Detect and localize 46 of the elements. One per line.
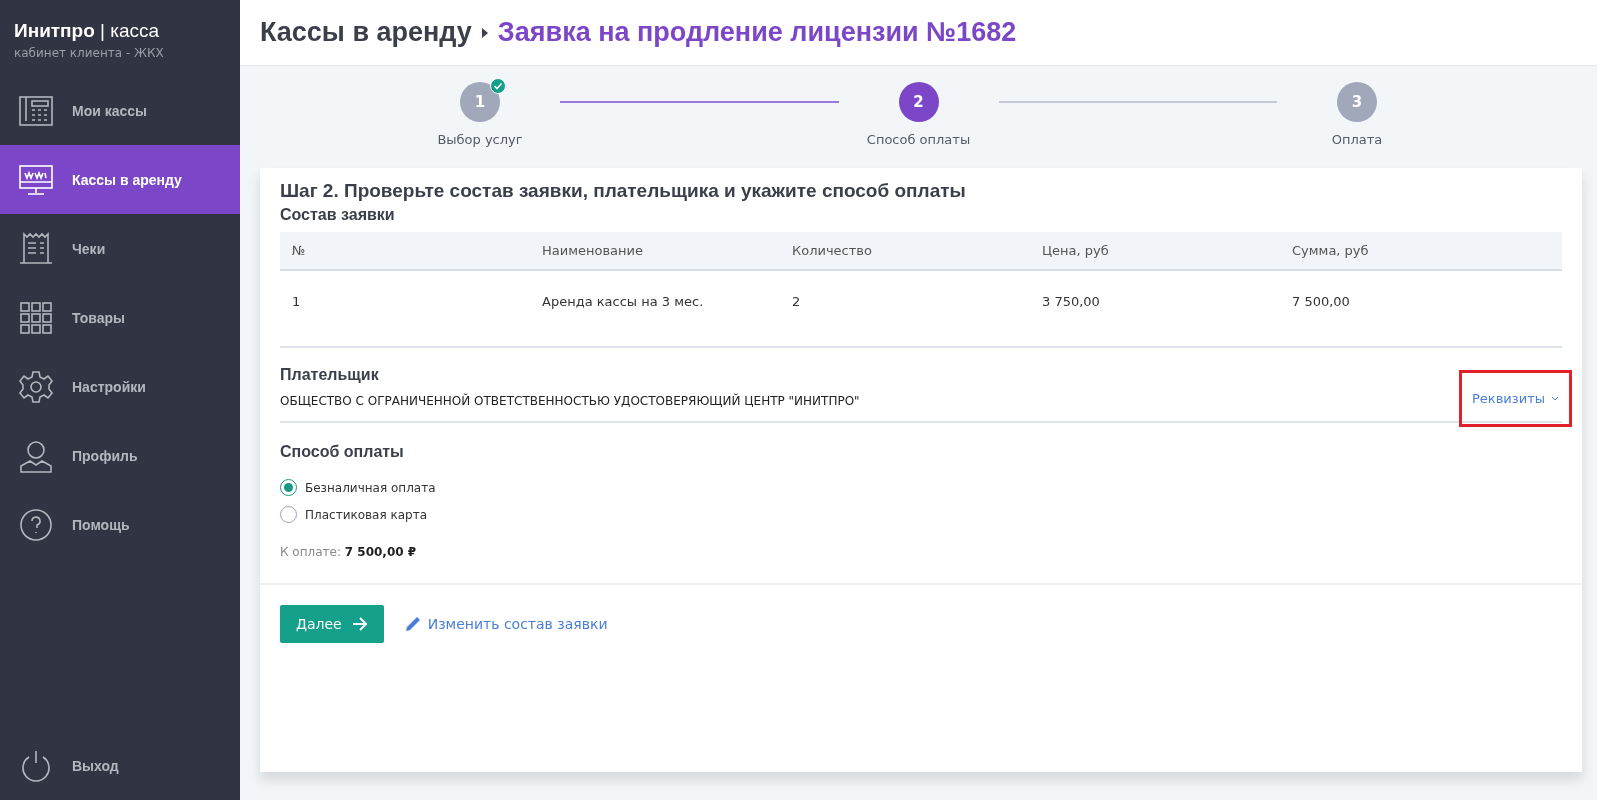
chevron-down-icon (1551, 396, 1559, 401)
sidebar-item[interactable]: Товары (0, 283, 240, 352)
step-circle: 2 (898, 82, 939, 122)
table-cell: 3 750,00 (1030, 270, 1280, 332)
table-cell: 2 (780, 270, 1030, 332)
table-cell: 7 500,00 (1280, 270, 1562, 332)
page-title: Заявка на продление лицензии №1682 (497, 17, 1017, 48)
logout-item[interactable]: Выход (0, 731, 240, 800)
table-cell: 1 (280, 270, 530, 332)
payer-title: Плательщик (280, 366, 380, 384)
step-heading: Шаг 2. Проверьте состав заявки, плательщика и укажите способ оплаты (280, 180, 967, 202)
edit-order-link[interactable]: Изменить состав заявки (403, 615, 608, 633)
receipt-icon (18, 230, 54, 267)
breadcrumb-link[interactable]: Кассы в аренду (260, 17, 472, 48)
column-header: № (280, 232, 530, 270)
step-label: Способ оплаты (866, 132, 971, 147)
column-header: Количество (780, 232, 1030, 270)
column-header: Наименование (530, 232, 780, 270)
table-cell: Аренда кассы на 3 мес. (530, 270, 780, 332)
sidebar-item[interactable]: Профиль (0, 421, 240, 490)
step-label: Выбор услуг (437, 132, 523, 147)
sidebar-item[interactable]: Кассы в аренду (0, 145, 240, 214)
next-button[interactable]: Далее (280, 605, 384, 643)
payment-option[interactable]: Пластиковая карта (280, 506, 1562, 523)
help-icon (18, 506, 54, 543)
sidebar-item[interactable]: Настройки (0, 352, 240, 421)
order-title: Состав заявки (280, 206, 396, 224)
logo-subtitle: кабинет клиента - ЖКХ (14, 46, 165, 60)
step-label: Оплата (1331, 132, 1383, 147)
payment-title: Способ оплаты (280, 443, 405, 461)
sidebar-item[interactable]: Чеки (0, 214, 240, 283)
sidebar-item[interactable]: Помощь (0, 490, 240, 559)
column-header: Сумма, руб (1280, 232, 1562, 270)
payer-name: ОБЩЕСТВО С ОГРАНИЧЕННОЙ ОТВЕТСТВЕННОСТЬЮ УДОСТОВЕРЯЮЩИЙ ЦЕНТР "ИНИТПРО" (280, 393, 860, 408)
settings-icon (18, 368, 54, 405)
column-header: Цена, руб (1030, 232, 1280, 270)
total-amount: К оплате: 7 500,00 ₽ (280, 545, 418, 559)
sidebar-item[interactable]: Мои кассы (0, 76, 240, 145)
details-link[interactable]: Реквизиты (1472, 391, 1559, 406)
step-circle: 3 (1337, 82, 1377, 122)
app-logo: Инитпро | касса (14, 20, 161, 42)
arrow-right-icon (351, 617, 368, 631)
payment-option[interactable]: Безналичная оплата (280, 479, 1562, 496)
pencil-icon (403, 615, 422, 633)
grid-icon (18, 299, 54, 336)
breadcrumb-arrow-icon (481, 27, 488, 38)
